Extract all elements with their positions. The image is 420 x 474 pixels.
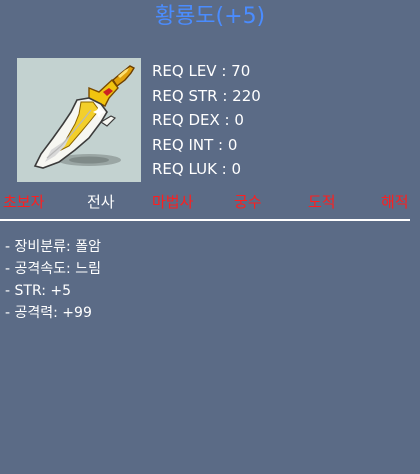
req-str: REQ STR : 220	[152, 86, 261, 105]
stat-attack-power: - 공격력: +99	[5, 305, 92, 321]
stat-str-bonus: - STR: +5	[5, 283, 72, 299]
item-title: 황룡도(+5)	[154, 4, 266, 29]
job-bowman: 궁수	[234, 193, 262, 211]
item-icon-frame	[17, 58, 141, 182]
job-beginner: 초보자	[3, 193, 45, 211]
req-dex: REQ DEX : 0	[152, 111, 244, 130]
job-magician: 마법사	[152, 193, 194, 211]
job-warrior: 전사	[87, 193, 115, 211]
golden-dragon-blade-icon	[33, 65, 135, 169]
section-divider	[0, 219, 410, 221]
job-thief: 도적	[308, 193, 336, 211]
stat-attack-speed: - 공격속도: 느림	[5, 261, 101, 277]
job-pirate: 해적	[381, 193, 409, 211]
requirements-list: REQ LEV : 70 REQ STR : 220 REQ DEX : 0 R…	[152, 59, 261, 182]
job-class-row: 초보자 전사 마법사 궁수 도적 해적	[0, 191, 420, 213]
item-stats-list: - 장비분류: 폴암 - 공격속도: 느림 - STR: +5 - 공격력: +…	[5, 236, 101, 324]
stat-equip-category: - 장비분류: 폴암	[5, 239, 101, 255]
req-level: REQ LEV : 70	[152, 62, 251, 80]
req-int: REQ INT : 0	[152, 135, 238, 154]
req-luk: REQ LUK : 0	[152, 160, 242, 179]
item-tooltip-panel: 황룡도(+5) REQ LEV : 70 REQ STR : 220 REQ D…	[0, 0, 420, 474]
